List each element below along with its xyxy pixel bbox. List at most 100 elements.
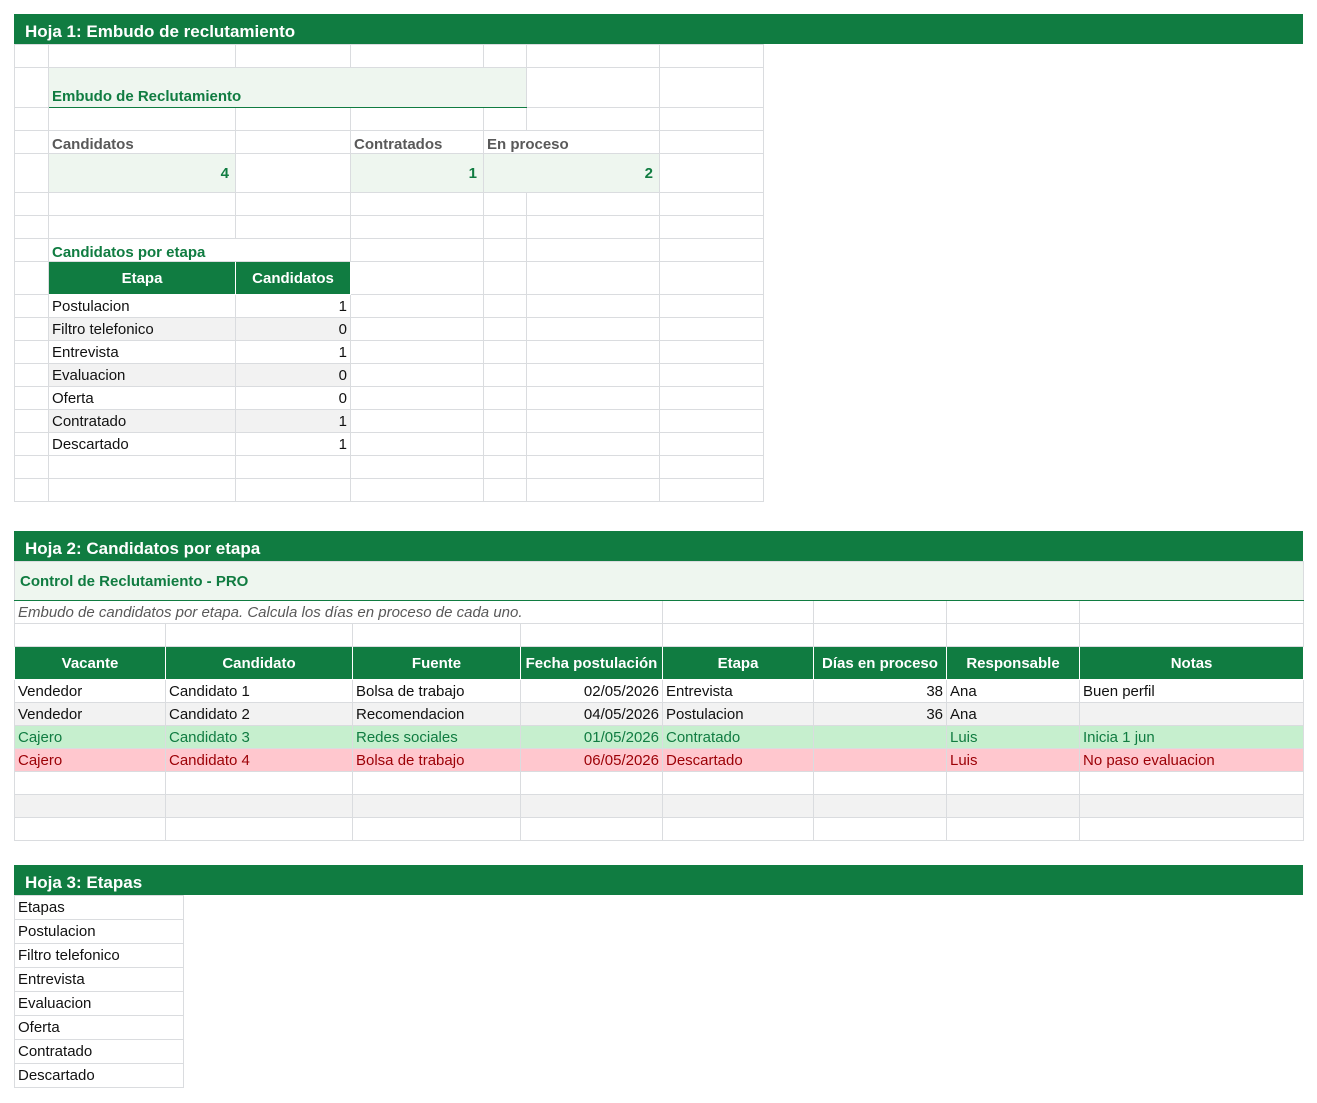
stage-count: 1 bbox=[235, 294, 351, 318]
stage-name: Evaluacion bbox=[48, 363, 236, 387]
empty-cell[interactable] bbox=[165, 794, 353, 818]
cell-candidato[interactable]: Candidato 3 bbox=[165, 725, 353, 749]
col-header-fecha[interactable]: Fecha postulación bbox=[520, 646, 663, 680]
cell-etapa[interactable]: Entrevista bbox=[662, 679, 814, 703]
cell-vacante[interactable]: Cajero bbox=[14, 748, 166, 772]
empty-cell[interactable] bbox=[352, 771, 521, 795]
kpi-candidates-value: 4 bbox=[48, 153, 236, 193]
cell-dias[interactable]: 38 bbox=[813, 679, 947, 703]
stage-name: Entrevista bbox=[48, 340, 236, 364]
kpi-hired-label: Contratados bbox=[350, 130, 484, 154]
cell-dias[interactable] bbox=[813, 748, 947, 772]
empty-cell[interactable] bbox=[946, 794, 1080, 818]
list-item[interactable]: Oferta bbox=[14, 1015, 184, 1040]
list-item[interactable]: Postulacion bbox=[14, 919, 184, 944]
empty-cell[interactable] bbox=[813, 771, 947, 795]
empty-cell[interactable] bbox=[1078, 817, 1305, 841]
stage-name: Descartado bbox=[48, 432, 236, 456]
cell-fecha[interactable]: 01/05/2026 bbox=[520, 725, 663, 749]
cell-notas[interactable]: Buen perfil bbox=[1078, 679, 1305, 703]
empty-cell[interactable] bbox=[1078, 794, 1305, 818]
cell-dias[interactable]: 36 bbox=[813, 702, 947, 726]
col-header-candidato[interactable]: Candidato bbox=[165, 646, 353, 680]
stage-name: Postulacion bbox=[48, 294, 236, 318]
list-item[interactable]: Etapas bbox=[14, 895, 184, 920]
sheet2-grid: Control de Reclutamiento - PRO Embudo de… bbox=[13, 561, 1305, 841]
cell-fuente[interactable]: Recomendacion bbox=[352, 702, 521, 726]
kpi-candidates-label: Candidatos bbox=[48, 130, 236, 154]
col-header-dias[interactable]: Días en proceso bbox=[813, 646, 947, 680]
stage-count: 0 bbox=[235, 386, 351, 410]
col-header-responsable[interactable]: Responsable bbox=[946, 646, 1080, 680]
list-item[interactable]: Evaluacion bbox=[14, 991, 184, 1016]
cell-fuente[interactable]: Bolsa de trabajo bbox=[352, 679, 521, 703]
sheet1-header: Hoja 1: Embudo de reclutamiento bbox=[14, 14, 1303, 44]
col-header-fuente[interactable]: Fuente bbox=[352, 646, 521, 680]
empty-cell[interactable] bbox=[946, 771, 1080, 795]
empty-cell[interactable] bbox=[352, 817, 521, 841]
empty-cell[interactable] bbox=[662, 817, 814, 841]
stage-section-label: Candidatos por etapa bbox=[48, 238, 351, 262]
cell-notas[interactable] bbox=[1078, 702, 1305, 726]
empty-cell[interactable] bbox=[165, 817, 353, 841]
stage-count: 1 bbox=[235, 409, 351, 433]
cell-dias[interactable] bbox=[813, 725, 947, 749]
table-row bbox=[14, 817, 1305, 841]
cell-etapa[interactable]: Postulacion bbox=[662, 702, 814, 726]
list-item[interactable]: Filtro telefonico bbox=[14, 943, 184, 968]
cell-vacante[interactable]: Vendedor bbox=[14, 679, 166, 703]
empty-cell[interactable] bbox=[520, 817, 663, 841]
empty-cell[interactable] bbox=[520, 794, 663, 818]
cell-vacante[interactable]: Vendedor bbox=[14, 702, 166, 726]
list-item[interactable]: Descartado bbox=[14, 1063, 184, 1088]
cell-etapa[interactable]: Descartado bbox=[662, 748, 814, 772]
col-header-etapa[interactable]: Etapa bbox=[662, 646, 814, 680]
empty-cell[interactable] bbox=[14, 817, 166, 841]
cell-responsable[interactable]: Ana bbox=[946, 679, 1080, 703]
col-header-notas[interactable]: Notas bbox=[1078, 646, 1305, 680]
stage-name: Filtro telefonico bbox=[48, 317, 236, 341]
empty-cell[interactable] bbox=[813, 817, 947, 841]
empty-cell[interactable] bbox=[14, 771, 166, 795]
list-item[interactable]: Entrevista bbox=[14, 967, 184, 992]
cell-fecha[interactable]: 04/05/2026 bbox=[520, 702, 663, 726]
empty-cell[interactable] bbox=[1078, 771, 1305, 795]
cell-notas[interactable]: Inicia 1 jun bbox=[1078, 725, 1305, 749]
sheet2-title: Control de Reclutamiento - PRO bbox=[13, 561, 1305, 601]
table-row: Vendedor Candidato 2 Recomendacion 04/05… bbox=[14, 702, 1305, 726]
stage-count: 0 bbox=[235, 317, 351, 341]
list-item[interactable]: Contratado bbox=[14, 1039, 184, 1064]
stage-count: 1 bbox=[235, 432, 351, 456]
empty-cell[interactable] bbox=[662, 771, 814, 795]
empty-cell[interactable] bbox=[662, 794, 814, 818]
empty-cell[interactable] bbox=[813, 794, 947, 818]
count-column-header: Candidatos bbox=[235, 261, 351, 295]
kpi-in-process-value: 2 bbox=[483, 153, 660, 193]
sheet2-header: Hoja 2: Candidatos por etapa bbox=[14, 531, 1303, 561]
empty-cell[interactable] bbox=[520, 771, 663, 795]
cell-responsable[interactable]: Luis bbox=[946, 748, 1080, 772]
col-header-vacante[interactable]: Vacante bbox=[14, 646, 166, 680]
stage-name: Oferta bbox=[48, 386, 236, 410]
cell-etapa[interactable]: Contratado bbox=[662, 725, 814, 749]
sheet3-header: Hoja 3: Etapas bbox=[14, 865, 1303, 895]
dashboard-title: Embudo de Reclutamiento bbox=[48, 67, 527, 108]
cell-responsable[interactable]: Ana bbox=[946, 702, 1080, 726]
empty-cell[interactable] bbox=[352, 794, 521, 818]
cell-candidato[interactable]: Candidato 2 bbox=[165, 702, 353, 726]
empty-cell[interactable] bbox=[14, 794, 166, 818]
cell-candidato[interactable]: Candidato 1 bbox=[165, 679, 353, 703]
cell-fecha[interactable]: 02/05/2026 bbox=[520, 679, 663, 703]
sheet3-stage-list: Etapas Postulacion Filtro telefonico Ent… bbox=[14, 895, 184, 1088]
stage-name: Contratado bbox=[48, 409, 236, 433]
cell-fuente[interactable]: Redes sociales bbox=[352, 725, 521, 749]
cell-vacante[interactable]: Cajero bbox=[14, 725, 166, 749]
cell-notas[interactable]: No paso evaluacion bbox=[1078, 748, 1305, 772]
kpi-hired-value: 1 bbox=[350, 153, 484, 193]
empty-cell[interactable] bbox=[165, 771, 353, 795]
cell-fecha[interactable]: 06/05/2026 bbox=[520, 748, 663, 772]
empty-cell[interactable] bbox=[946, 817, 1080, 841]
cell-candidato[interactable]: Candidato 4 bbox=[165, 748, 353, 772]
cell-responsable[interactable]: Luis bbox=[946, 725, 1080, 749]
cell-fuente[interactable]: Bolsa de trabajo bbox=[352, 748, 521, 772]
